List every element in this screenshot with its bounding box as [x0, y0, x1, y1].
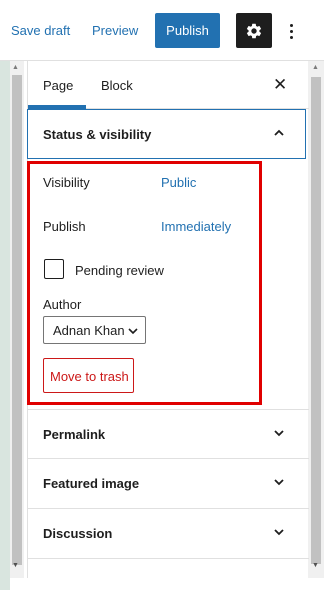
editor-toolbar: Save draft Preview Publish: [0, 0, 324, 61]
sidebar-tabs: Page Block ✕: [28, 61, 309, 109]
scroll-down-arrow-icon[interactable]: ▼: [312, 562, 319, 569]
close-icon[interactable]: ✕: [273, 75, 287, 95]
featured-image-panel-toggle[interactable]: Featured image: [28, 459, 309, 509]
author-selected-value: Adnan Khan: [53, 323, 125, 338]
scroll-up-arrow-icon[interactable]: ▲: [312, 64, 319, 71]
panel-title: Discussion: [43, 526, 113, 541]
more-options-button[interactable]: [282, 17, 300, 45]
publish-label: Publish: [43, 219, 86, 234]
move-to-trash-button[interactable]: Move to trash: [43, 358, 134, 393]
permalink-panel-toggle[interactable]: Permalink: [28, 409, 309, 459]
chevron-down-icon: [274, 529, 284, 536]
tab-block[interactable]: Block: [101, 78, 133, 93]
editor-scrollbar-thumb[interactable]: [12, 75, 22, 565]
chevron-down-icon: [274, 430, 284, 437]
publish-button[interactable]: Publish: [155, 13, 220, 48]
preview-button[interactable]: Preview: [92, 23, 138, 38]
scroll-down-arrow-icon[interactable]: ▼: [12, 562, 19, 569]
discussion-panel-toggle[interactable]: Discussion: [28, 509, 309, 559]
settings-sidebar: Page Block ✕ Status & visibility Visibil…: [27, 61, 309, 578]
visibility-toggle[interactable]: Public: [161, 175, 196, 190]
visibility-label: Visibility: [43, 175, 90, 190]
publish-button-label: Publish: [166, 23, 209, 38]
panel-title: Permalink: [43, 427, 106, 442]
tab-page[interactable]: Page: [43, 78, 73, 93]
settings-button[interactable]: [236, 13, 272, 48]
scroll-up-arrow-icon[interactable]: ▲: [12, 64, 19, 71]
pending-review-checkbox[interactable]: [44, 259, 64, 279]
chevron-down-icon: [128, 328, 138, 335]
move-to-trash-label: Move to trash: [50, 369, 129, 384]
pending-review-label[interactable]: Pending review: [75, 263, 164, 278]
author-label: Author: [43, 297, 82, 312]
vertical-ellipsis-icon: [289, 23, 293, 27]
panel-title: Featured image: [43, 476, 140, 491]
sidebar-scrollbar-thumb[interactable]: [311, 77, 321, 564]
chevron-up-icon: [274, 129, 284, 136]
editor-canvas-edge: [0, 61, 10, 590]
publish-date-toggle[interactable]: Immediately: [161, 219, 231, 234]
panel-title: Status & visibility: [43, 127, 152, 142]
save-draft-button[interactable]: Save draft: [11, 23, 70, 38]
chevron-down-icon: [274, 479, 284, 486]
status-visibility-panel-toggle[interactable]: Status & visibility: [27, 109, 306, 159]
author-select[interactable]: Adnan Khan: [43, 316, 146, 344]
gear-icon: [246, 23, 262, 38]
